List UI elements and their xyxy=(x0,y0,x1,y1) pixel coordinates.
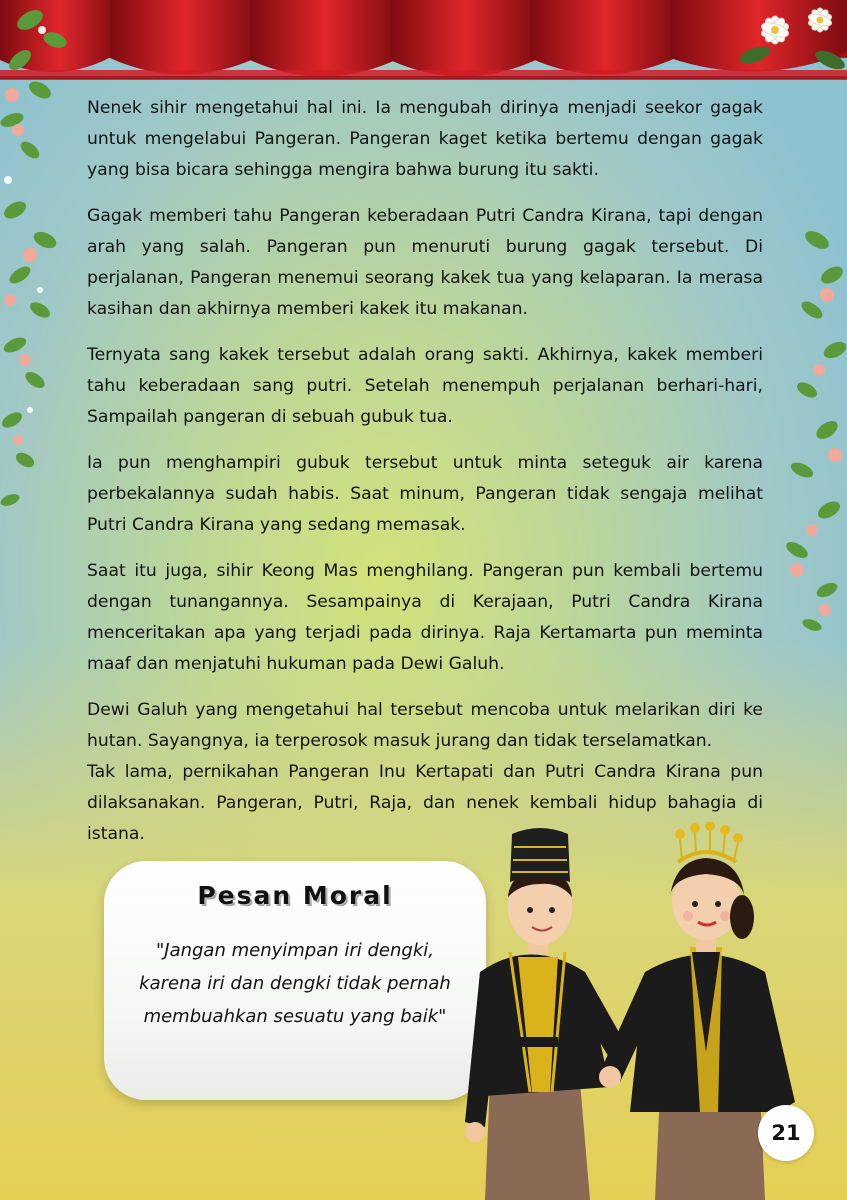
story-paragraph: Dewi Galuh yang mengetahui hal tersebut … xyxy=(87,700,763,751)
couple-illustration-icon xyxy=(465,822,795,1200)
moral-card: Pesan Moral "Jangan menyimpan iri dengki… xyxy=(104,861,486,1100)
flower-vine-icon xyxy=(0,10,67,506)
story-text: Nenek sihir mengetahui hal ini. Ia mengu… xyxy=(87,93,763,865)
story-paragraph: Nenek sihir mengetahui hal ini. Ia mengu… xyxy=(87,98,763,180)
story-paragraph: Gagak memberi tahu Pangeran keberadaan P… xyxy=(87,206,763,319)
moral-quote: "Jangan menyimpan iri dengki, karena iri… xyxy=(122,934,468,1033)
story-paragraph: Ia pun menghampiri gubuk tersebut untuk … xyxy=(87,453,763,535)
flower-vine-icon xyxy=(786,231,847,631)
story-paragraph: Ternyata sang kakek tersebut adalah oran… xyxy=(87,345,763,427)
story-paragraph: Saat itu juga, sihir Keong Mas menghilan… xyxy=(87,561,763,674)
moral-quote-line: karena iri dan dengki tidak pernah xyxy=(139,973,451,994)
moral-title: Pesan Moral xyxy=(197,881,393,910)
moral-quote-line: "Jangan menyimpan iri dengki, xyxy=(155,940,434,961)
jasmine-flower-icon xyxy=(739,7,845,70)
moral-quote-line: membuahkan sesuatu yang baik" xyxy=(143,1006,447,1027)
page-number: 21 xyxy=(758,1105,814,1161)
red-curtain-icon xyxy=(0,0,847,80)
